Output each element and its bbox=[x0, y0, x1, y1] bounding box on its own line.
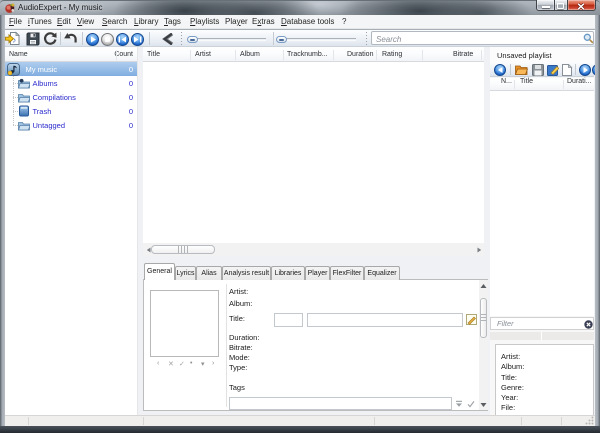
svg-text:♪: ♪ bbox=[13, 36, 17, 45]
